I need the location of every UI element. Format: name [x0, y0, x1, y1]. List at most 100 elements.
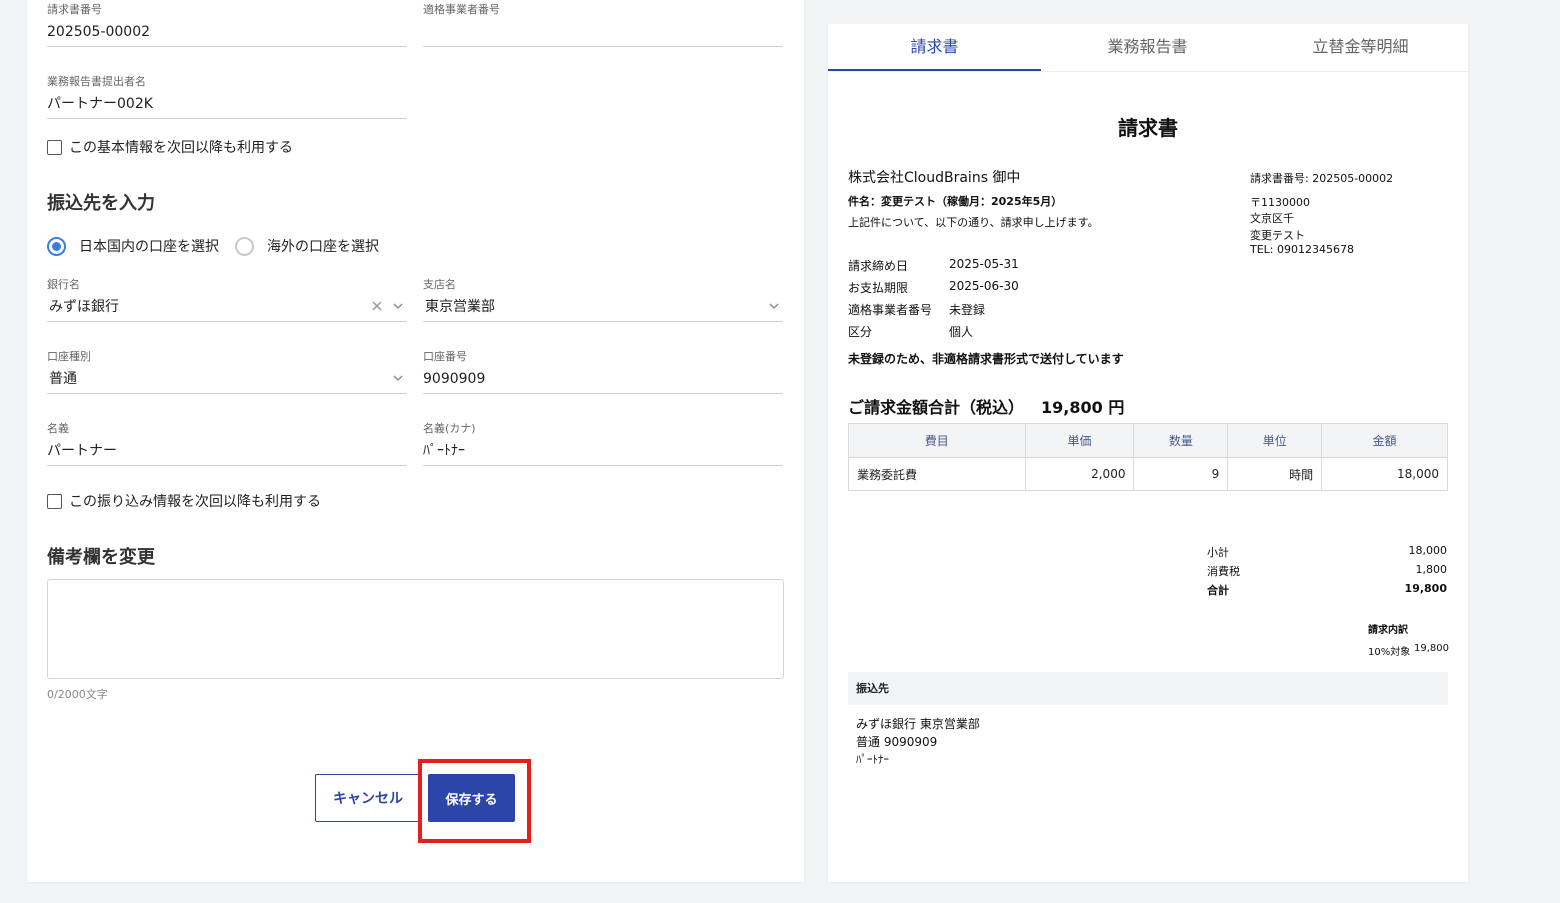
radio-overseas-label: 海外の口座を選択 [267, 239, 379, 255]
col-header: 費目 [848, 423, 1026, 458]
col-header: 数量 [1133, 423, 1229, 458]
tab-work-report[interactable]: 業務報告書 [1041, 24, 1254, 71]
account-type-label: 口座種別 [47, 350, 91, 363]
cancel-button[interactable]: キャンセル [315, 774, 421, 822]
line-items-table: 費目 単価 数量 単位 金額 業務委託費 2,000 9 時間 18,000 [848, 423, 1448, 491]
meta-value-qualified: 未登録 [949, 303, 986, 317]
chevron-down-icon[interactable] [393, 373, 403, 383]
holder-kana-label: 名義(カナ) [423, 422, 476, 435]
table-row: 業務委託費 2,000 9 時間 18,000 [848, 457, 1448, 491]
issuer-name: 変更テスト [1250, 229, 1305, 242]
cell-amount: 18,000 [1321, 457, 1448, 491]
issuer-tel: TEL: 09012345678 [1250, 243, 1354, 256]
invoice-number-field: 請求書番号 202505-00002 [47, 3, 407, 47]
recipient: 株式会社CloudBrains 御中 [848, 170, 1021, 186]
meta-value-closing: 2025-05-31 [949, 257, 1019, 271]
cell-item: 業務委託費 [848, 457, 1026, 491]
branch-name-value: 東京営業部 [425, 299, 495, 315]
radio-domestic-label: 日本国内の口座を選択 [79, 239, 219, 255]
account-type-value: 普通 [49, 371, 77, 387]
reuse-basic-info-checkbox[interactable]: この基本情報を次回以降も利用する [47, 137, 293, 157]
grand-total-label: 合計 [1207, 584, 1229, 597]
holder-kana-field: 名義(カナ) ﾊﾟｰﾄﾅｰ [423, 422, 783, 466]
submitter-label: 業務報告書提出者名 [47, 75, 146, 88]
tab-invoice[interactable]: 請求書 [828, 24, 1041, 71]
non-qualified-notice: 未登録のため、非適格請求書形式で送付しています [848, 352, 1124, 366]
invoice-number-input[interactable]: 202505-00002 [47, 17, 407, 47]
cell-quantity: 9 [1133, 457, 1229, 491]
holder-kana-input[interactable]: ﾊﾟｰﾄﾅｰ [423, 436, 783, 466]
qualified-number-input[interactable] [423, 17, 783, 47]
meta-label-category: 区分 [848, 325, 873, 339]
qualified-number-field: 適格事業者番号 [423, 3, 783, 47]
grand-total-value: 19,800 [1404, 582, 1447, 595]
col-header: 金額 [1321, 423, 1448, 458]
account-type-select[interactable]: 普通 [47, 364, 407, 394]
reuse-basic-info-label: この基本情報を次回以降も利用する [69, 140, 293, 156]
issuer-postal: 〒1130000 [1250, 196, 1310, 209]
holder-name-label: 名義 [47, 422, 69, 435]
subtotal-label: 小計 [1207, 546, 1229, 559]
bank-name-select[interactable]: みずほ銀行 [47, 292, 407, 322]
submitter-field: 業務報告書提出者名 パートナー002K [47, 75, 407, 119]
cell-unit-price: 2,000 [1024, 457, 1135, 491]
transfer-heading: 振込先 [848, 672, 1448, 705]
branch-name-select[interactable]: 東京営業部 [423, 292, 783, 322]
bank-name-field: 銀行名 みずほ銀行 [47, 278, 407, 322]
col-header: 単価 [1024, 423, 1135, 458]
clear-icon[interactable] [371, 300, 383, 312]
qualified-number-label: 適格事業者番号 [423, 3, 500, 16]
transfer-holder: ﾊﾟｰﾄﾅｰ [856, 753, 889, 766]
cell-unit: 時間 [1227, 457, 1323, 491]
chevron-down-icon[interactable] [393, 301, 403, 311]
holder-name-field: 名義 パートナー [47, 422, 407, 466]
total-label: ご請求金額合計（税込） [848, 398, 1025, 417]
subject: 件名：変更テスト（稼働月：2025年5月） [848, 195, 1063, 208]
intro-text: 上記件について、以下の通り、請求申し上げます。 [848, 216, 1099, 229]
branch-name-field: 支店名 東京営業部 [423, 278, 783, 322]
reuse-bank-info-checkbox[interactable]: この振り込み情報を次回以降も利用する [47, 491, 321, 511]
meta-label-qualified: 適格事業者番号 [848, 303, 933, 317]
checkbox-box[interactable] [47, 493, 62, 509]
account-region-radio-group: 日本国内の口座を選択 海外の口座を選択 [47, 236, 395, 256]
breakdown-value: 19,800 [1414, 643, 1449, 654]
save-button-highlight [418, 759, 531, 843]
radio-overseas[interactable]: 海外の口座を選択 [235, 236, 379, 256]
chevron-down-icon[interactable] [769, 301, 779, 311]
account-number-label: 口座番号 [423, 350, 467, 363]
tax-value: 1,800 [1415, 563, 1448, 576]
invoice-title: 請求書 [1118, 116, 1178, 140]
bank-section-title: 振込先を入力 [47, 193, 155, 214]
total-value: 19,800 円 [1041, 398, 1125, 417]
meta-label-due: お支払期限 [848, 281, 909, 295]
tax-label: 消費税 [1207, 565, 1240, 578]
radio-domestic[interactable]: 日本国内の口座を選択 [47, 236, 219, 256]
preview-tabs: 請求書 業務報告書 立替金等明細 [828, 24, 1468, 72]
invoice-number-label: 請求書番号 [47, 3, 102, 16]
issuer-invoice-no: 請求書番号: 202505-00002 [1250, 172, 1394, 185]
submitter-input[interactable]: パートナー002K [47, 89, 407, 119]
holder-name-input[interactable]: パートナー [47, 436, 407, 466]
remarks-counter: 0/2000文字 [47, 688, 108, 701]
meta-label-closing: 請求締め日 [848, 259, 909, 273]
remarks-section-title: 備考欄を変更 [47, 547, 155, 568]
transfer-bank: みずほ銀行 東京営業部 [856, 717, 980, 731]
account-type-field: 口座種別 普通 [47, 350, 407, 394]
meta-value-category: 個人 [949, 325, 974, 339]
subtotal-value: 18,000 [1408, 544, 1448, 557]
reuse-bank-info-label: この振り込み情報を次回以降も利用する [69, 494, 321, 510]
radio-selected-icon[interactable] [47, 236, 66, 256]
bank-name-label: 銀行名 [47, 278, 80, 291]
tab-expense-details[interactable]: 立替金等明細 [1254, 24, 1467, 71]
breakdown-title: 請求内訳 [1368, 625, 1408, 636]
checkbox-box[interactable] [47, 139, 62, 155]
account-number-input[interactable]: 9090909 [423, 364, 783, 394]
meta-value-due: 2025-06-30 [949, 279, 1019, 293]
remarks-textarea[interactable] [47, 579, 784, 679]
branch-name-label: 支店名 [423, 278, 456, 291]
invoice-preview-panel: 請求書 業務報告書 立替金等明細 請求書 株式会社CloudBrains 御中 … [828, 24, 1468, 882]
issuer-address: 文京区千 [1250, 212, 1294, 225]
radio-unselected-icon[interactable] [235, 236, 254, 256]
col-header: 単位 [1227, 423, 1323, 458]
breakdown-label: 10%対象 [1368, 647, 1411, 658]
